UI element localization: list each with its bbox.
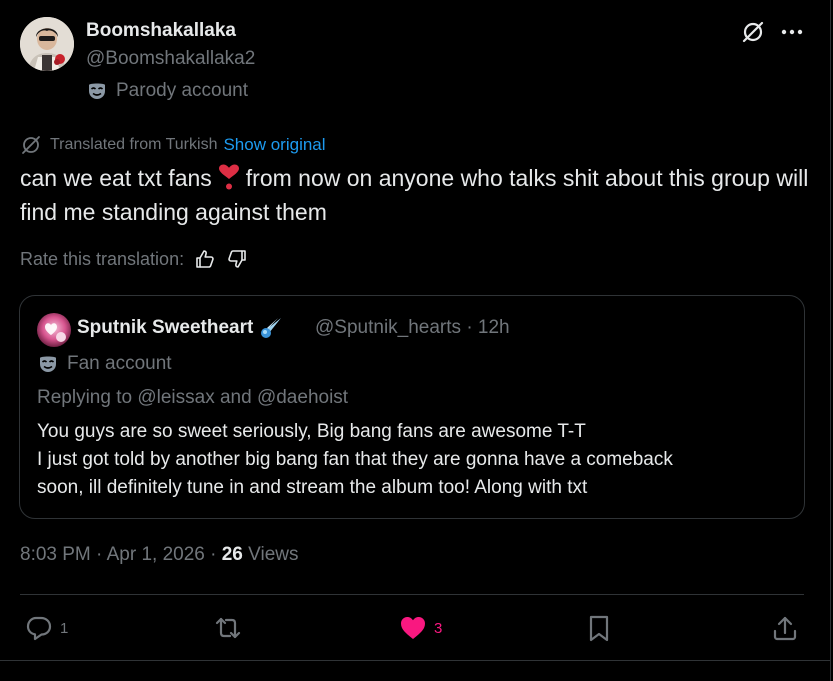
reply-button[interactable]: 1: [24, 610, 68, 646]
grok-icon[interactable]: [740, 19, 766, 45]
mask-icon: [37, 353, 59, 375]
like-count: 3: [434, 619, 443, 637]
divider: [0, 660, 831, 661]
quote-display-name: Sputnik Sweetheart: [77, 317, 254, 338]
tweet-detail: Boomshakallaka @Boomshakallaka2 Parody a…: [0, 0, 831, 681]
fan-account-text: Fan account: [67, 353, 172, 374]
repost-button[interactable]: [212, 610, 250, 646]
reply-icon: [24, 613, 54, 643]
fan-account-label: Fan account: [37, 353, 172, 375]
bookmark-icon: [585, 613, 613, 643]
show-original-link[interactable]: Show original: [223, 135, 325, 155]
comet-emoji-icon: [259, 316, 283, 340]
like-button[interactable]: 3: [398, 610, 442, 646]
quote-text-line: You guys are so sweet seriously, Big ban…: [37, 421, 586, 442]
author-handle[interactable]: @Boomshakallaka2: [86, 48, 255, 70]
author-avatar[interactable]: [20, 17, 74, 71]
thumbs-up-icon[interactable]: [194, 248, 216, 270]
quote-handle-time[interactable]: @Sputnik_hearts · 12h: [315, 317, 510, 339]
heart-icon: [398, 613, 428, 643]
quote-text-line: I just got told by another big bang fan …: [37, 449, 673, 470]
quote-author-name[interactable]: Sputnik Sweetheart: [77, 316, 283, 340]
repost-icon: [212, 613, 244, 643]
bookmark-button[interactable]: [585, 610, 613, 646]
tweet-meta: 8:03 PM · Apr 1, 2026 · 26 Views: [20, 544, 298, 566]
quote-text-line: soon, ill definitely tune in and stream …: [37, 477, 588, 498]
divider: [20, 594, 804, 595]
reply-count: 1: [60, 619, 69, 637]
replying-to: Replying to @leissax and @daehoist: [37, 387, 349, 408]
rate-translation-label: Rate this translation:: [20, 248, 185, 269]
translated-from-text: Translated from Turkish: [50, 136, 218, 153]
views-label: Views: [242, 544, 299, 565]
quote-author-avatar[interactable]: [37, 313, 71, 347]
parody-account-label: Parody account: [86, 80, 248, 102]
tweet-text: can we eat txt fans from now on anyone w…: [20, 161, 810, 229]
more-options-icon[interactable]: [780, 22, 804, 42]
action-bar: 1 3: [0, 610, 831, 648]
timestamp[interactable]: 8:03 PM · Apr 1, 2026 ·: [20, 544, 222, 565]
views-count: 26: [221, 544, 243, 565]
share-icon: [770, 613, 800, 643]
quoted-tweet[interactable]: Sputnik Sweetheart @Sputnik_hearts · 12h: [19, 295, 805, 519]
thumbs-down-icon[interactable]: [226, 248, 248, 270]
share-button[interactable]: [770, 610, 800, 646]
translate-icon: [20, 134, 42, 156]
author-display-name[interactable]: Boomshakallaka: [86, 20, 236, 42]
translation-notice: Translated from Turkish Show original: [20, 134, 326, 156]
parody-label-text: Parody account: [116, 80, 249, 101]
quote-text: You guys are so sweet seriously, Big ban…: [37, 418, 797, 502]
tweet-text-part-1: can we eat txt fans: [20, 165, 212, 191]
rate-translation-row: Rate this translation:: [20, 248, 248, 270]
mask-icon: [86, 80, 108, 102]
heart-exclamation-emoji-icon: [216, 163, 242, 191]
